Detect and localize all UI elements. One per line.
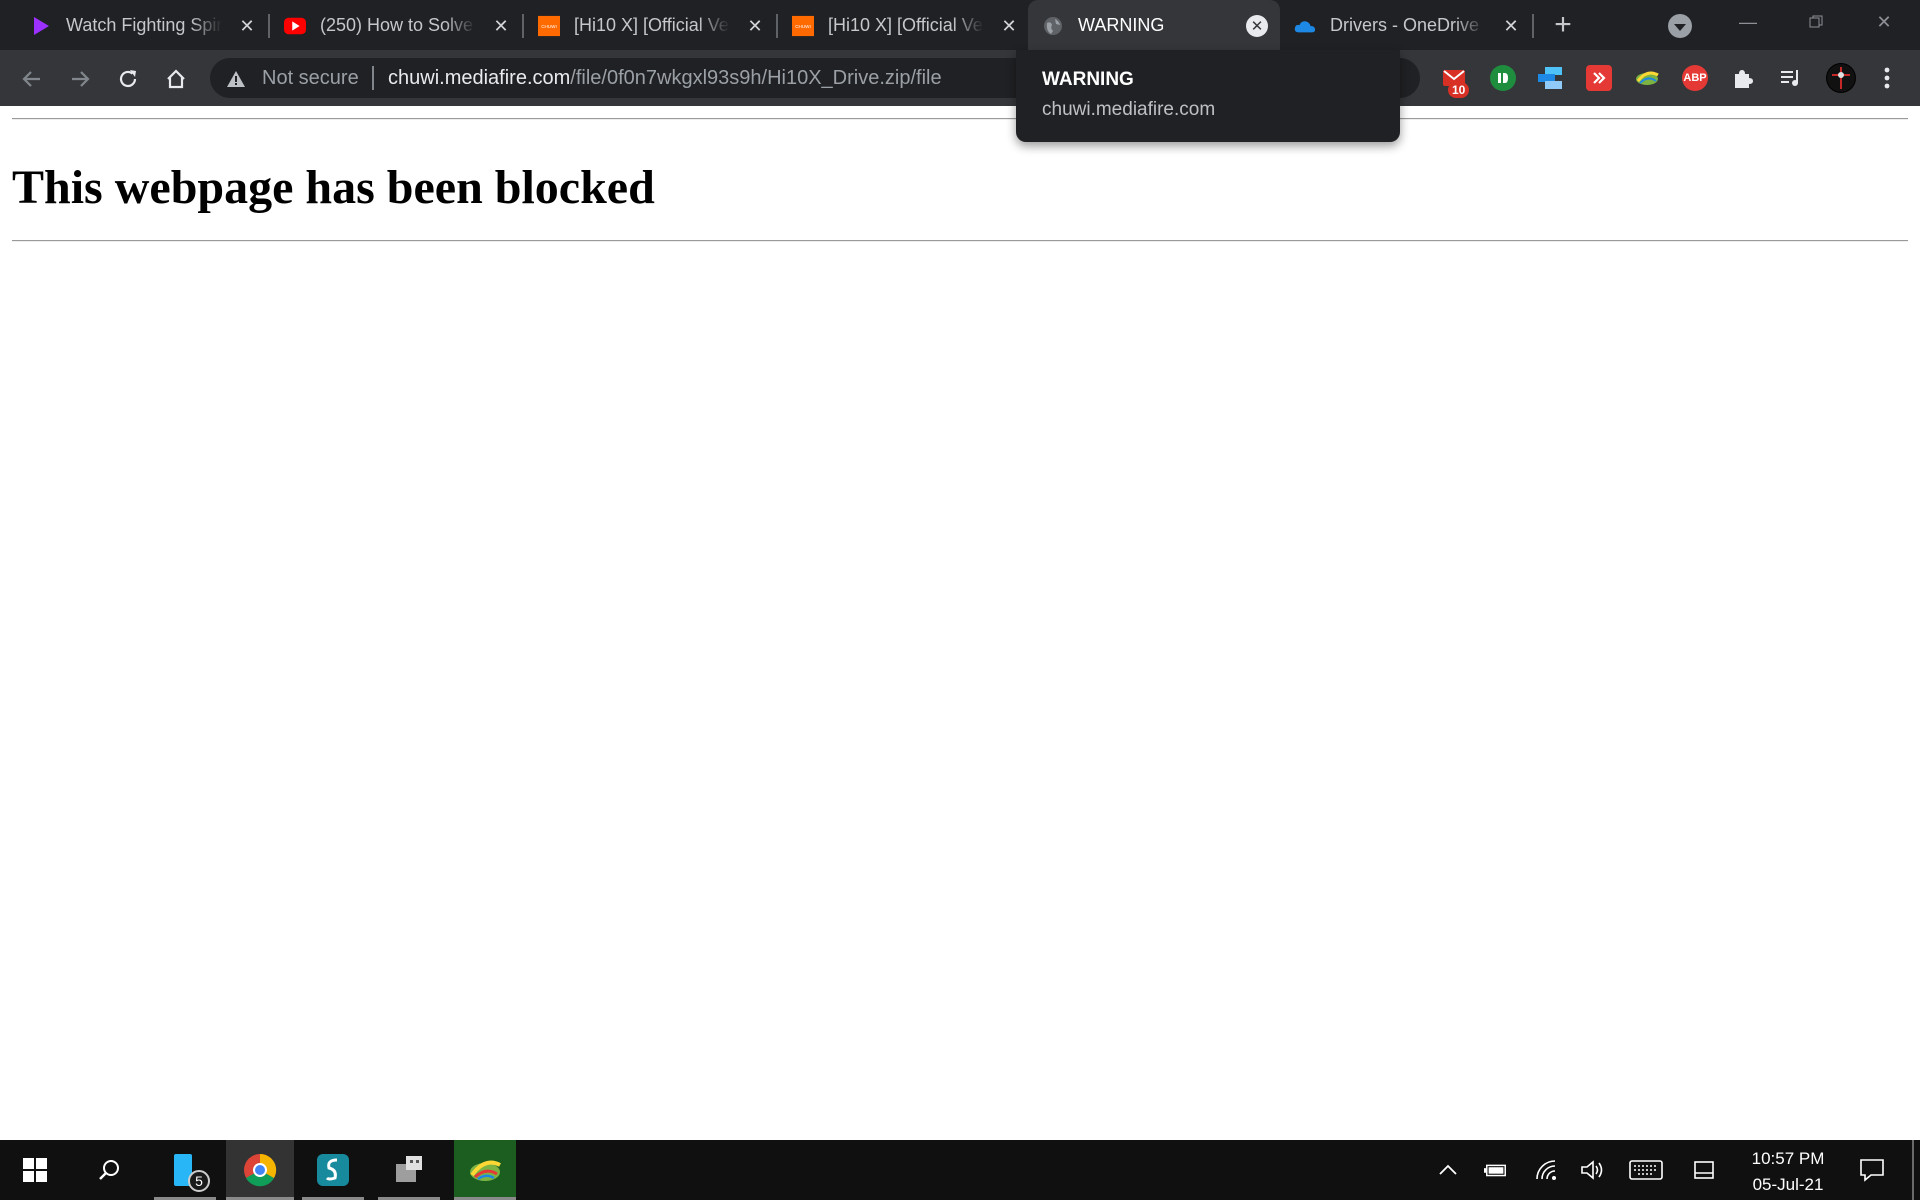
- tab-hover-card: WARNING chuwi.mediafire.com: [1016, 50, 1400, 142]
- surfshark-icon: [317, 1154, 349, 1186]
- chuwi-icon: CHUWI: [538, 15, 560, 37]
- horizontal-rule-top: [12, 118, 1908, 120]
- restore-icon: [1809, 15, 1823, 28]
- window-close-button[interactable]: ✕: [1850, 0, 1918, 44]
- tab-hi10x-1[interactable]: CHUWI [Hi10 X] [Official Version ✕: [524, 0, 778, 50]
- touch-keyboard-icon[interactable]: [1628, 1158, 1664, 1182]
- page-content: This webpage has been blocked: [0, 106, 1920, 1140]
- tablet-mode-icon[interactable]: [1692, 1158, 1716, 1182]
- tab-title: [Hi10 X] [Official Version: [574, 15, 730, 35]
- url-separator: [372, 66, 374, 90]
- svg-text:CHUWI: CHUWI: [795, 24, 811, 29]
- pushbullet-extension-icon[interactable]: [1490, 65, 1516, 91]
- not-secure-label[interactable]: Not secure: [262, 67, 359, 89]
- close-icon[interactable]: ✕: [998, 15, 1020, 37]
- tab-strip: Watch Fighting Spirit ✕ (250) How to Sol…: [0, 0, 1920, 50]
- battery-icon[interactable]: [1484, 1158, 1508, 1182]
- hover-card-domain: chuwi.mediafire.com: [1042, 99, 1216, 120]
- page-heading: This webpage has been blocked: [12, 161, 655, 214]
- gmail-unread-badge: 10: [1448, 82, 1470, 98]
- taskbar-app-surfshark[interactable]: [302, 1140, 364, 1200]
- system-clock[interactable]: 10:57 PM 05-Jul-21: [1738, 1146, 1838, 1198]
- tab-watch-fighting-spirit[interactable]: Watch Fighting Spirit ✕: [16, 0, 270, 50]
- url-text[interactable]: chuwi.mediafire.com/file/0f0n7wkgxl93s9h…: [388, 67, 942, 89]
- browser-toolbar: Not secure chuwi.mediafire.com/file/0f0n…: [0, 50, 1920, 106]
- extensions-puzzle-icon[interactable]: [1730, 65, 1756, 91]
- taskbar-app-explorer[interactable]: 5: [154, 1140, 216, 1200]
- home-icon: [167, 69, 185, 89]
- back-button[interactable]: [16, 63, 48, 95]
- horizontal-rule-bottom: [12, 240, 1908, 242]
- clock-time: 10:57 PM: [1751, 1149, 1825, 1168]
- reload-icon: [119, 70, 137, 88]
- onedrive-icon: [1294, 15, 1316, 37]
- clock-date: 05-Jul-21: [1752, 1175, 1824, 1194]
- close-icon[interactable]: ✕: [236, 15, 258, 37]
- url-path: /file/0f0n7wkgxl93s9h/Hi10X_Drive.zip/fi…: [570, 67, 942, 89]
- tab-title: Watch Fighting Spirit: [66, 15, 222, 35]
- minimize-button[interactable]: —: [1714, 0, 1782, 44]
- tab-search-button[interactable]: [1668, 14, 1692, 38]
- search-button[interactable]: [76, 1140, 142, 1200]
- close-icon[interactable]: ✕: [744, 15, 766, 37]
- chrome-icon: [244, 1153, 277, 1187]
- globe-icon: [1042, 15, 1064, 37]
- tab-warning[interactable]: WARNING ✕: [1028, 0, 1280, 50]
- media-controls-icon[interactable]: [1778, 65, 1804, 91]
- action-center-icon[interactable]: [1858, 1158, 1886, 1182]
- usb-device-icon: [396, 1156, 422, 1182]
- chuwi-icon: CHUWI: [792, 15, 814, 37]
- windows-logo-icon: [23, 1158, 47, 1182]
- url-host: chuwi.mediafire.com: [388, 67, 571, 89]
- tab-title: (250) How to Solve: [320, 15, 474, 35]
- tab-onedrive[interactable]: Drivers - OneDrive ✕: [1280, 0, 1534, 50]
- restore-button[interactable]: [1782, 0, 1850, 44]
- browser-menu-icon[interactable]: [1874, 65, 1900, 91]
- new-tab-button[interactable]: +: [1548, 10, 1578, 41]
- svg-text:CHUWI: CHUWI: [541, 24, 557, 29]
- tab-title: [Hi10 X] [Official Version: [828, 15, 984, 35]
- play-triangle-icon: [30, 15, 52, 37]
- close-icon[interactable]: ✕: [490, 15, 512, 37]
- profile-avatar-icon[interactable]: [1826, 63, 1856, 93]
- close-icon[interactable]: ✕: [1246, 15, 1268, 37]
- windows-taskbar: 5 10:57 PM 05-Jul-21: [0, 1140, 1920, 1200]
- tab-separator: [1532, 14, 1534, 38]
- back-arrow-icon: [22, 71, 40, 87]
- show-desktop-button[interactable]: [1912, 1140, 1914, 1200]
- show-hidden-icons-chevron-icon[interactable]: [1436, 1158, 1460, 1182]
- youtube-icon: [284, 15, 306, 37]
- wifi-icon[interactable]: [1534, 1158, 1558, 1182]
- forward-arrow-icon: [72, 71, 90, 87]
- tab-hi10x-2[interactable]: CHUWI [Hi10 X] [Official Version ✕: [778, 0, 1032, 50]
- warning-triangle-icon[interactable]: [226, 70, 246, 88]
- abp-label: ABP: [1683, 72, 1707, 84]
- taskbar-app-idm[interactable]: [454, 1140, 516, 1200]
- adblock-plus-extension-icon[interactable]: ABP: [1682, 65, 1708, 91]
- idm-icon: [470, 1160, 501, 1181]
- tab-title: Drivers - OneDrive: [1330, 15, 1480, 35]
- search-icon: [99, 1160, 119, 1180]
- app-window-count-badge: 5: [188, 1170, 210, 1192]
- tab-manager-extension-icon[interactable]: [1537, 65, 1563, 91]
- start-button[interactable]: [0, 1140, 70, 1200]
- reload-button[interactable]: [112, 63, 144, 95]
- tab-youtube[interactable]: (250) How to Solve ✕: [270, 0, 524, 50]
- tab-title: WARNING: [1078, 15, 1165, 35]
- taskbar-app-device-manager[interactable]: [378, 1140, 440, 1200]
- idm-extension-icon[interactable]: [1634, 65, 1660, 91]
- close-icon[interactable]: ✕: [1500, 15, 1522, 37]
- home-button[interactable]: [160, 63, 192, 95]
- volume-icon[interactable]: [1580, 1158, 1604, 1182]
- hover-card-title: WARNING: [1042, 69, 1134, 90]
- forward-button[interactable]: [64, 63, 96, 95]
- taskbar-app-chrome[interactable]: [226, 1140, 294, 1200]
- video-downloader-extension-icon[interactable]: [1586, 65, 1612, 91]
